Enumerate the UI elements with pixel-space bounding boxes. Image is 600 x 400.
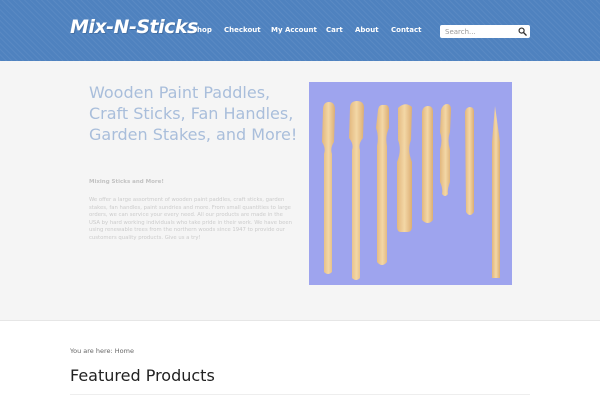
craft-stick [465,107,474,215]
hero-image-wooden-sticks [309,82,512,285]
search-input[interactable] [445,27,515,36]
site-logo[interactable]: Mix-N-Sticks [70,16,198,38]
hero-body-text: We offer a large assortment of wooden pa… [89,197,292,241]
wide-stick [376,104,389,265]
paint-paddle-stick [349,101,364,280]
search-icon[interactable] [518,27,527,36]
nav-item-cart[interactable]: Cart [326,26,343,34]
craft-stick [422,106,433,223]
search-box [440,25,530,38]
fan-handle-stick [440,104,451,196]
paint-paddle-stick [322,102,335,274]
garden-stake [492,106,500,278]
hero-title: Wooden Paint Paddles, Craft Sticks, Fan … [89,83,298,144]
nav-item-shop[interactable]: Shop [192,26,212,34]
breadcrumb: You are here: Home [70,347,134,355]
featured-products-title: Featured Products [70,366,215,385]
nav-item-checkout[interactable]: Checkout [224,26,261,34]
nav-item-my-account[interactable]: My Account [271,26,317,34]
nav-item-about[interactable]: About [355,26,379,34]
fan-handle-stick [397,104,412,232]
hero-subtitle: Mixing Sticks and More! [89,179,164,185]
nav-item-contact[interactable]: Contact [391,26,422,34]
wooden-sticks-illustration [322,101,500,280]
site-header: Mix-N-Sticks Shop Checkout My Account Ca… [0,0,600,61]
section-divider [70,394,530,395]
